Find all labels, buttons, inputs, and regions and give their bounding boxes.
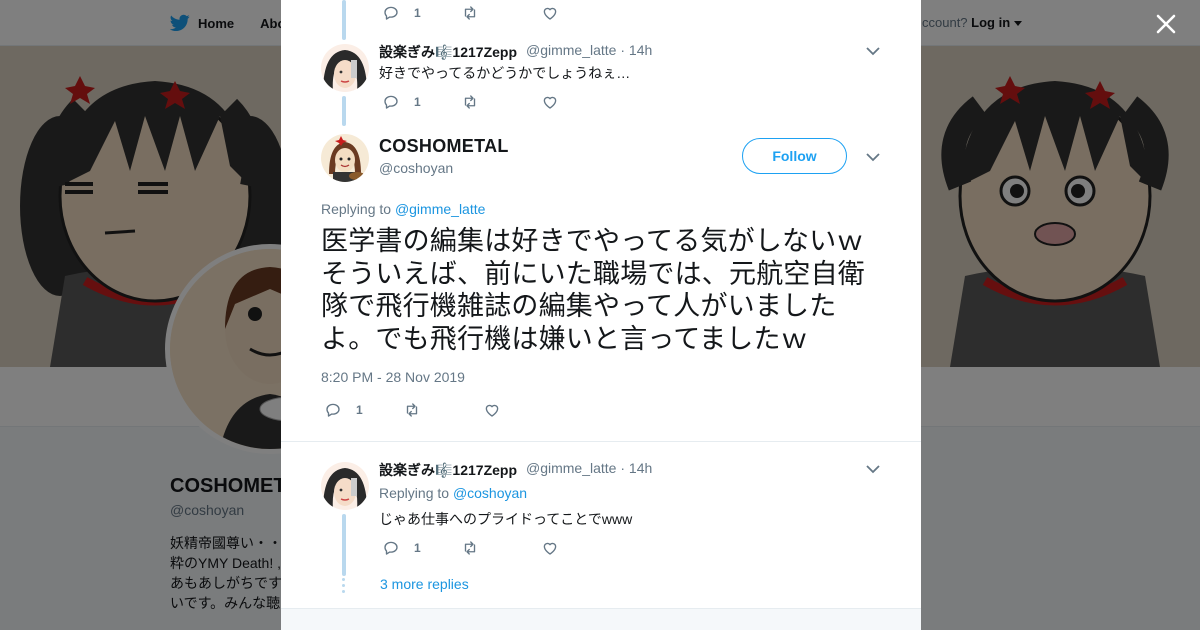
replying-to: Replying to @gimme_latte (321, 201, 485, 217)
replying-to-label: Replying to (321, 201, 392, 217)
user-avatar[interactable] (321, 134, 369, 182)
close-icon[interactable] (1154, 12, 1178, 36)
tweet-time[interactable]: 14h (629, 42, 652, 58)
reply-button[interactable]: 1 (382, 93, 421, 111)
tweet-meta: @gimme_latte · 14h (526, 460, 653, 476)
tweet-actions: 1 (324, 401, 524, 421)
retweet-icon (406, 403, 418, 417)
tweet-timestamp[interactable]: 8:20 PM - 28 Nov 2019 (321, 369, 465, 385)
tweet-text: じゃあ仕事へのプライドってことでwww (379, 511, 633, 527)
chevron-down-icon[interactable] (866, 46, 880, 56)
reply-button[interactable]: 1 (382, 539, 421, 557)
reply-icon (326, 403, 340, 417)
tweet-actions: 1 (382, 93, 582, 113)
tweet-meta: @gimme_latte · 14h (526, 42, 653, 58)
retweet-button[interactable] (403, 401, 421, 419)
like-icon (543, 96, 557, 109)
replying-to-handle[interactable]: @gimme_latte (395, 201, 485, 217)
thread-dots (342, 578, 346, 596)
user-handle[interactable]: @gimme_latte (526, 42, 616, 58)
reply-icon (384, 95, 398, 109)
like-button[interactable] (541, 4, 559, 22)
user-name[interactable]: 設楽ぎみ🎼1217Zepp (379, 460, 517, 480)
follow-button[interactable]: Follow (742, 138, 847, 174)
tweet-text: 好きでやってるかどうかでしょうねぇ… (379, 65, 631, 81)
retweet-icon (464, 541, 476, 555)
thread-line (342, 0, 346, 40)
more-replies-link[interactable]: 3 more replies (380, 576, 469, 592)
reply-button[interactable]: 1 (382, 4, 421, 22)
replying-to-handle[interactable]: @coshoyan (453, 485, 527, 501)
chevron-down-icon[interactable] (866, 464, 880, 474)
tweet-modal: 1 設楽ぎみ🎼1217Zepp @gimme_latte · 14h 好きでやっ… (281, 0, 921, 630)
replying-to: Replying to @coshoyan (379, 485, 527, 501)
user-avatar[interactable] (321, 462, 369, 510)
reply-icon (384, 6, 398, 20)
like-button[interactable] (483, 401, 501, 419)
like-icon (543, 7, 557, 20)
thread-line (342, 514, 346, 576)
user-avatar[interactable] (321, 44, 369, 92)
thread-line (342, 96, 346, 126)
tweet-text: 医学書の編集は好きでやってる気がしないｗ そういえば、前にいた職場では、元航空自… (321, 226, 891, 355)
retweet-button[interactable] (461, 93, 479, 111)
like-icon (485, 404, 499, 417)
reply-count: 1 (414, 6, 421, 20)
tweet-actions: 1 (382, 4, 582, 24)
reply-icon (384, 541, 398, 555)
user-name[interactable]: COSHOMETAL (379, 136, 509, 157)
reply-count: 1 (356, 403, 363, 417)
user-handle[interactable]: @coshoyan (379, 160, 453, 176)
retweet-icon (464, 6, 476, 20)
like-icon (543, 542, 557, 555)
retweet-button[interactable] (461, 539, 479, 557)
replying-to-label: Replying to (379, 485, 450, 501)
reply-count: 1 (414, 95, 421, 109)
retweet-button[interactable] (461, 4, 479, 22)
tweet-time[interactable]: 14h (629, 460, 652, 476)
modal-footer (281, 608, 921, 630)
retweet-icon (464, 95, 476, 109)
reply-button[interactable]: 1 (324, 401, 363, 419)
tweet-actions: 1 (382, 539, 582, 559)
like-button[interactable] (541, 539, 559, 557)
like-button[interactable] (541, 93, 559, 111)
reply-count: 1 (414, 541, 421, 555)
chevron-down-icon[interactable] (866, 152, 880, 162)
divider (281, 441, 921, 442)
user-handle[interactable]: @gimme_latte (526, 460, 616, 476)
user-name[interactable]: 設楽ぎみ🎼1217Zepp (379, 42, 517, 62)
